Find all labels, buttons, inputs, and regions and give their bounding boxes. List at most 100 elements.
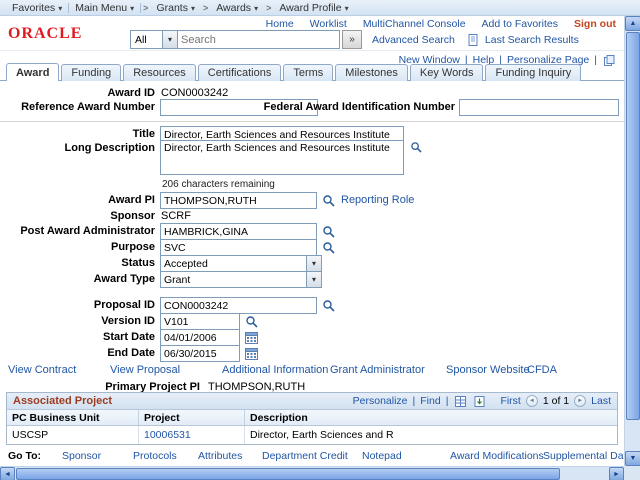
- horizontal-scrollbar-thumb[interactable]: [16, 468, 560, 480]
- go-to-supplemental-data-link[interactable]: Supplemental Data: [543, 450, 632, 462]
- chevron-down-icon: [58, 2, 62, 14]
- zoom-icon[interactable]: [409, 140, 423, 154]
- end-date-label: End Date: [107, 347, 155, 359]
- scroll-right-icon[interactable]: ►: [609, 467, 624, 480]
- federal-award-id-label: Federal Award Identification Number: [263, 101, 455, 113]
- go-to-protocols-link[interactable]: Protocols: [133, 450, 177, 462]
- cfda-link[interactable]: CFDA: [527, 364, 557, 376]
- horizontal-scrollbar[interactable]: ◄ ►: [0, 466, 624, 480]
- start-date-input[interactable]: [160, 329, 240, 346]
- project-id-link[interactable]: 10006531: [144, 429, 191, 441]
- award-pi-input[interactable]: [160, 192, 317, 209]
- breadcrumb-arrow-icon: [264, 2, 273, 14]
- award-profile-page: Favorites Main Menu Grants Awards Award …: [0, 0, 640, 480]
- lookup-icon[interactable]: [321, 193, 335, 207]
- status-select[interactable]: Accepted: [160, 255, 322, 272]
- view-proposal-link[interactable]: View Proposal: [110, 364, 180, 376]
- associated-project-title: Associated Project: [13, 395, 113, 407]
- calendar-icon[interactable]: [244, 330, 258, 344]
- vertical-scrollbar[interactable]: ▲ ▼: [624, 16, 640, 466]
- chevron-down-icon[interactable]: [306, 256, 321, 271]
- sponsor-value: SCRF: [161, 210, 191, 222]
- next-row-icon[interactable]: [574, 395, 587, 407]
- go-to-award-modifications-link[interactable]: Award Modifications: [450, 450, 544, 462]
- lookup-icon[interactable]: [244, 314, 258, 328]
- tab-certifications[interactable]: Certifications: [197, 64, 282, 81]
- sponsor-website-link[interactable]: Sponsor Website: [446, 364, 530, 376]
- global-search-input[interactable]: [178, 30, 340, 49]
- tab-resources[interactable]: Resources: [123, 64, 196, 81]
- vertical-scrollbar-thumb[interactable]: [626, 32, 640, 420]
- long-description-textarea[interactable]: Director, Earth Sciences and Resources I…: [160, 140, 404, 175]
- view-all-icon[interactable]: [453, 394, 467, 408]
- calendar-icon[interactable]: [244, 346, 258, 360]
- personalize-link[interactable]: Personalize: [353, 395, 408, 407]
- global-search-bar: All » Advanced Search Last Search Result…: [130, 30, 579, 49]
- tab-funding-inquiry[interactable]: Funding Inquiry: [485, 64, 582, 81]
- breadcrumb-arrow-icon: [141, 2, 150, 14]
- scrollbar-corner: [624, 466, 640, 480]
- scroll-up-icon[interactable]: ▲: [625, 16, 640, 31]
- breadcrumb-grants[interactable]: Grants: [150, 2, 201, 14]
- award-type-label: Award Type: [93, 273, 155, 285]
- last-link[interactable]: Last: [591, 395, 611, 407]
- version-id-label: Version ID: [101, 315, 155, 327]
- previous-row-icon[interactable]: [525, 395, 538, 407]
- section-divider: [0, 121, 624, 122]
- tab-award[interactable]: Award: [6, 63, 60, 81]
- go-to-attributes-link[interactable]: Attributes: [198, 450, 242, 462]
- last-search-results-link[interactable]: Last Search Results: [485, 34, 579, 46]
- tab-terms[interactable]: Terms: [283, 64, 334, 81]
- chevron-down-icon: [191, 2, 195, 14]
- chevron-down-icon[interactable]: [162, 31, 177, 48]
- home-link[interactable]: Home: [266, 18, 294, 30]
- breadcrumb-awards-label: Awards: [216, 1, 252, 14]
- advanced-search-link[interactable]: Advanced Search: [372, 34, 455, 46]
- first-link[interactable]: First: [500, 395, 520, 407]
- oracle-logo: ORACLE: [8, 25, 83, 42]
- table-row: USCSP 10006531 Director, Earth Sciences …: [7, 426, 617, 444]
- add-to-favorites-link[interactable]: Add to Favorites: [482, 18, 558, 30]
- reporting-role-link[interactable]: Reporting Role: [341, 194, 414, 206]
- breadcrumb-awards[interactable]: Awards: [210, 2, 264, 14]
- associated-project-grid: Associated Project Personalize | Find | …: [6, 392, 618, 445]
- cell-project: 10006531: [139, 426, 245, 444]
- search-scope-select[interactable]: All: [130, 30, 178, 49]
- chevron-down-icon: [130, 2, 134, 14]
- version-id-input[interactable]: [160, 313, 240, 330]
- federal-award-id-input[interactable]: [459, 99, 619, 116]
- worklist-link[interactable]: Worklist: [310, 18, 347, 30]
- download-icon[interactable]: [472, 394, 486, 408]
- purpose-input[interactable]: [160, 239, 317, 256]
- breadcrumb-award-profile[interactable]: Award Profile: [273, 2, 354, 14]
- find-link[interactable]: Find: [420, 395, 440, 407]
- column-project: Project: [139, 410, 245, 425]
- search-go-button[interactable]: »: [342, 30, 362, 49]
- copy-url-icon[interactable]: [602, 53, 616, 67]
- end-date-input[interactable]: [160, 345, 240, 362]
- tab-milestones[interactable]: Milestones: [335, 64, 408, 81]
- lookup-icon[interactable]: [321, 298, 335, 312]
- go-to-sponsor-link[interactable]: Sponsor: [62, 450, 101, 462]
- view-contract-link[interactable]: View Contract: [8, 364, 76, 376]
- search-scope-value: All: [135, 33, 147, 46]
- go-to-department-credit-link[interactable]: Department Credit: [262, 450, 348, 462]
- favorites-menu[interactable]: Favorites: [6, 2, 68, 14]
- chevron-down-icon[interactable]: [306, 272, 321, 287]
- lookup-icon[interactable]: [321, 240, 335, 254]
- sign-out-link[interactable]: Sign out: [574, 18, 616, 30]
- tab-key-words[interactable]: Key Words: [409, 64, 484, 81]
- grant-administrator-link[interactable]: Grant Administrator: [330, 364, 425, 376]
- scroll-left-icon[interactable]: ◄: [0, 467, 15, 480]
- scroll-down-icon[interactable]: ▼: [625, 451, 640, 466]
- main-menu[interactable]: Main Menu: [69, 2, 140, 14]
- go-to-notepad-link[interactable]: Notepad: [362, 450, 402, 462]
- multichannel-console-link[interactable]: MultiChannel Console: [363, 18, 466, 30]
- additional-information-link[interactable]: Additional Information: [222, 364, 328, 376]
- award-type-select[interactable]: Grant: [160, 271, 322, 288]
- breadcrumb-award-profile-label: Award Profile: [279, 1, 342, 14]
- proposal-id-input[interactable]: [160, 297, 317, 314]
- post-award-admin-input[interactable]: [160, 223, 317, 240]
- lookup-icon[interactable]: [321, 224, 335, 238]
- tab-funding[interactable]: Funding: [61, 64, 122, 81]
